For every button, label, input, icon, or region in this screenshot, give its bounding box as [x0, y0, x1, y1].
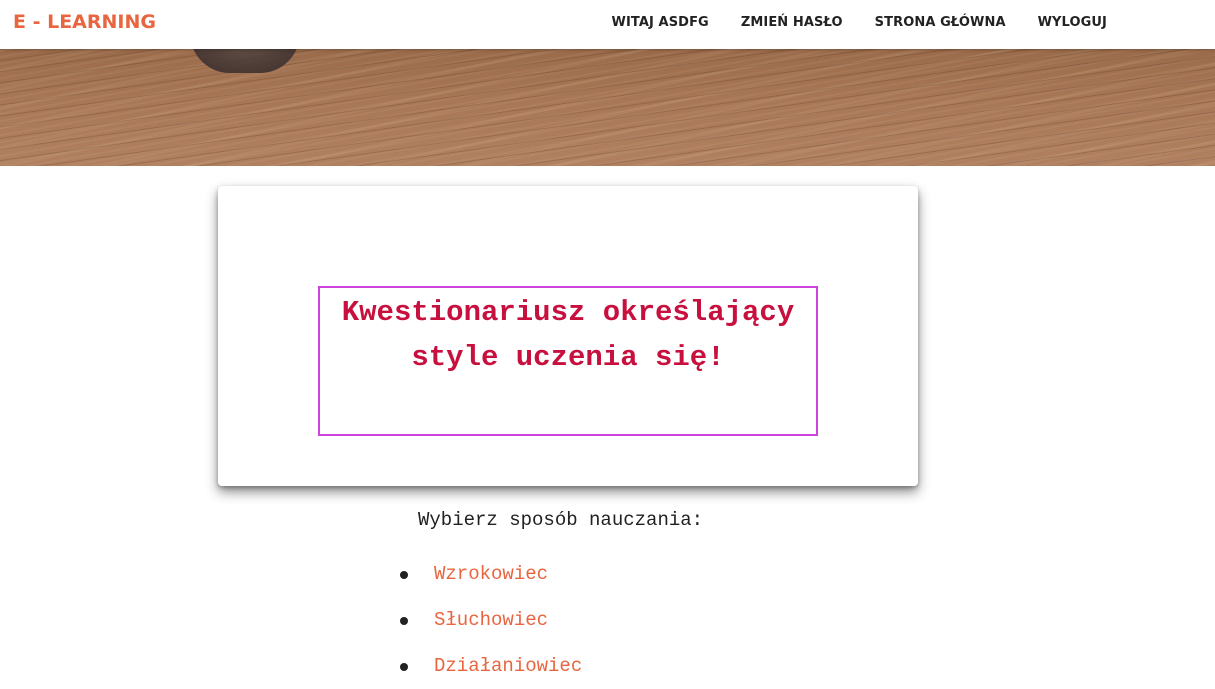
bullet-icon [400, 663, 408, 671]
top-navbar: E - LEARNING WITAJ ASDFG ZMIEŃ HASŁO STR… [0, 0, 1215, 49]
option-link-auditory[interactable]: Słuchowiec [434, 609, 548, 631]
option-link-visual[interactable]: Wzrokowiec [434, 563, 548, 585]
page-title: Kwestionariusz określający style uczenia… [320, 288, 816, 380]
bullet-icon [400, 617, 408, 625]
questionnaire-card: Kwestionariusz określający style uczenia… [218, 186, 918, 486]
list-item: Działaniowiec [400, 655, 700, 681]
page-title-line-1: Kwestionariusz określający [341, 296, 795, 329]
bullet-icon [400, 571, 408, 579]
list-item: Słuchowiec [400, 609, 700, 635]
page-title-line-2: style uczenia się! [411, 341, 725, 374]
brand-logo-link[interactable]: E - LEARNING [13, 0, 156, 45]
question-text: Wybierz sposób nauczania: [418, 509, 704, 531]
hero-cup-shadow [190, 49, 300, 73]
nav-links: WITAJ ASDFG ZMIEŃ HASŁO STRONA GŁÓWNA WY… [612, 0, 1108, 45]
nav-link-change-password[interactable]: ZMIEŃ HASŁO [741, 15, 843, 30]
title-frame: Kwestionariusz określający style uczenia… [318, 286, 818, 436]
hero-wood-banner [0, 49, 1215, 166]
nav-link-logout[interactable]: WYLOGUJ [1038, 15, 1107, 30]
nav-link-home[interactable]: STRONA GŁÓWNA [875, 15, 1006, 30]
nav-link-welcome-user[interactable]: WITAJ ASDFG [612, 15, 709, 30]
list-item: Wzrokowiec [400, 563, 700, 589]
option-link-kinesthetic[interactable]: Działaniowiec [434, 655, 582, 677]
